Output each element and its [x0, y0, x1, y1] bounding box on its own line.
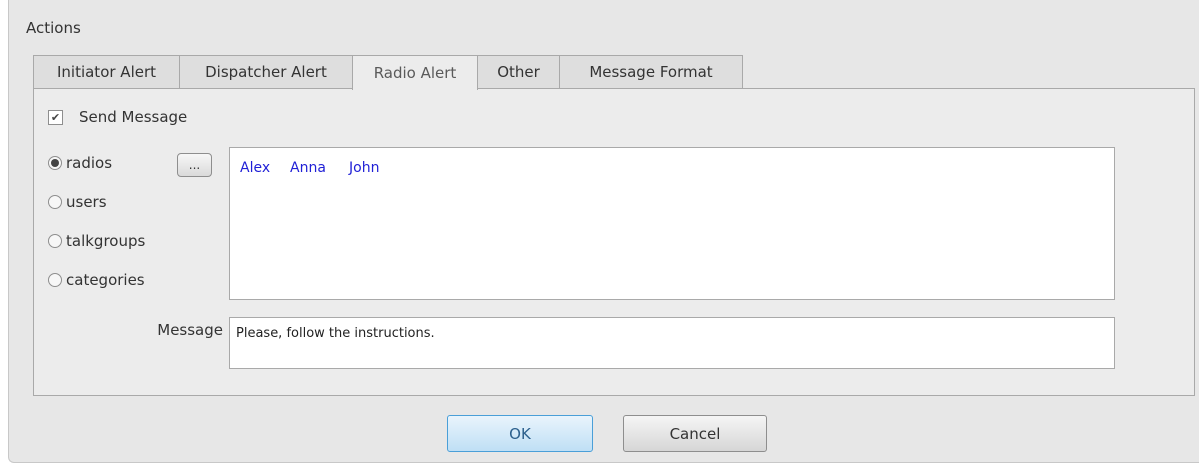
radio-button-radios[interactable]: [48, 156, 62, 170]
browse-recipients-button[interactable]: ...: [177, 153, 212, 177]
send-message-row[interactable]: ✔ Send Message: [48, 108, 187, 126]
radio-option-radios[interactable]: radios: [48, 154, 112, 172]
cancel-button[interactable]: Cancel: [623, 415, 767, 452]
recipient-link[interactable]: Anna: [290, 160, 326, 176]
radio-option-users[interactable]: users: [48, 193, 107, 211]
radio-option-talkgroups[interactable]: talkgroups: [48, 232, 145, 250]
radio-selected-dot-icon: [51, 159, 59, 167]
tab-other[interactable]: Other: [477, 55, 560, 88]
send-message-label: Send Message: [79, 108, 188, 126]
ok-button[interactable]: OK: [447, 415, 593, 452]
actions-dialog: Actions Initiator Alert Dispatcher Alert…: [8, 0, 1199, 463]
radio-button-users[interactable]: [48, 195, 62, 209]
radio-option-categories[interactable]: categories: [48, 271, 145, 289]
radio-option-label: talkgroups: [66, 232, 146, 250]
message-input[interactable]: Please, follow the instructions.: [229, 317, 1115, 369]
send-message-checkbox[interactable]: ✔: [48, 109, 63, 125]
checkmark-icon: ✔: [50, 110, 61, 124]
radio-option-label: users: [66, 193, 107, 211]
section-title: Actions: [26, 19, 81, 37]
radio-button-categories[interactable]: [48, 273, 62, 287]
message-label: Message: [157, 321, 223, 339]
radio-option-label: radios: [66, 154, 113, 172]
recipient-link[interactable]: John: [349, 160, 379, 176]
radio-alert-panel: ✔ Send Message radios users talkgroups c…: [33, 88, 1195, 396]
recipients-list[interactable]: Alex Anna John: [229, 147, 1115, 300]
tab-radio-alert[interactable]: Radio Alert: [352, 55, 478, 90]
tab-dispatcher-alert[interactable]: Dispatcher Alert: [179, 55, 353, 88]
radio-option-label: categories: [66, 271, 145, 289]
tab-initiator-alert[interactable]: Initiator Alert: [33, 55, 180, 88]
recipient-link[interactable]: Alex: [240, 160, 270, 176]
tab-message-format[interactable]: Message Format: [559, 55, 743, 88]
radio-button-talkgroups[interactable]: [48, 234, 62, 248]
